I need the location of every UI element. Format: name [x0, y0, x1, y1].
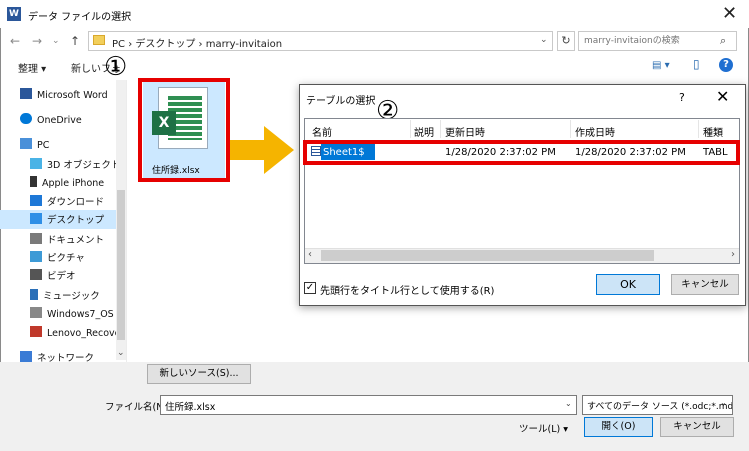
- network-icon: [20, 351, 32, 362]
- sidebar-item-microsoft-word[interactable]: Microsoft Word: [20, 88, 123, 106]
- step-marker-1: ①: [104, 52, 128, 82]
- sidebar-item-3d-objects[interactable]: 3D オブジェクト: [30, 157, 116, 175]
- sidebar-scroll-thumb[interactable]: [117, 190, 125, 340]
- back-icon[interactable]: ←: [10, 34, 20, 48]
- column-header-description[interactable]: 説明: [414, 124, 434, 139]
- sidebar-item-pc[interactable]: PC: [20, 138, 123, 156]
- view-options-button[interactable]: ▤ ▾: [652, 60, 670, 71]
- word-icon: [20, 88, 32, 99]
- drive-icon: [30, 307, 42, 318]
- cancel-button[interactable]: キャンセル: [660, 417, 734, 437]
- folder-icon: [93, 35, 105, 45]
- sidebar-item-pictures[interactable]: ピクチャ: [30, 250, 116, 268]
- column-divider: [410, 120, 411, 138]
- file-name-dropdown-icon[interactable]: ⌄: [565, 399, 572, 408]
- orange-arrow-icon: [230, 126, 294, 174]
- open-button[interactable]: 開く(O): [584, 417, 653, 437]
- desktop-icon: [30, 213, 42, 224]
- sidebar-item-apple-iphone[interactable]: Apple iPhone: [30, 176, 116, 194]
- document-icon: [30, 233, 42, 244]
- help-icon[interactable]: ?: [719, 58, 733, 72]
- ok-button[interactable]: OK: [596, 274, 660, 295]
- horizontal-scroll-thumb[interactable]: [321, 250, 654, 261]
- preview-pane-button[interactable]: ▯: [693, 57, 700, 71]
- download-icon: [30, 195, 42, 206]
- cube-icon: [30, 158, 42, 169]
- close-icon[interactable]: ✕: [722, 3, 737, 24]
- header-row-checkbox[interactable]: ✓: [304, 282, 316, 294]
- address-dropdown-icon[interactable]: ⌄: [540, 35, 548, 45]
- refresh-button[interactable]: ↻: [557, 31, 575, 51]
- picture-icon: [30, 251, 42, 262]
- recovery-drive-icon: [30, 326, 42, 337]
- sidebar-item-documents[interactable]: ドキュメント: [30, 232, 116, 250]
- file-type-dropdown-icon[interactable]: ⌄: [720, 398, 727, 407]
- organize-button[interactable]: 整理 ▾: [18, 60, 46, 75]
- sidebar-item-videos[interactable]: ビデオ: [30, 268, 116, 286]
- column-header-created[interactable]: 作成日時: [575, 124, 615, 139]
- forward-icon[interactable]: →: [32, 34, 42, 48]
- dialog-close-icon[interactable]: ✕: [716, 87, 729, 106]
- sidebar-item-music[interactable]: ミュージック: [30, 288, 116, 306]
- recent-locations-icon[interactable]: ⌄: [52, 36, 60, 46]
- tools-menu-button[interactable]: ツール(L) ▾: [519, 421, 568, 435]
- highlight-box-file: [138, 78, 230, 182]
- window-title: データ ファイルの選択: [28, 12, 132, 23]
- column-divider: [698, 120, 699, 138]
- column-divider: [440, 120, 441, 138]
- phone-icon: [30, 176, 37, 187]
- music-icon: [30, 289, 38, 300]
- up-folder-icon[interactable]: ↑: [70, 34, 80, 48]
- dialog-cancel-button[interactable]: キャンセル: [671, 274, 739, 295]
- sidebar-item-lenovo-recovery[interactable]: Lenovo_Recover: [30, 326, 116, 344]
- column-header-modified[interactable]: 更新日時: [445, 124, 485, 139]
- column-divider: [570, 120, 571, 138]
- sidebar-item-windows7-os[interactable]: Windows7_OS (C: [30, 307, 116, 325]
- cloud-icon: [20, 113, 32, 124]
- column-header-name[interactable]: 名前: [312, 124, 332, 139]
- scroll-right-icon[interactable]: ›: [731, 249, 735, 260]
- scroll-left-icon[interactable]: ‹: [308, 249, 312, 260]
- new-source-button[interactable]: 新しいソース(S)...: [147, 364, 251, 384]
- word-app-icon: W: [7, 7, 21, 21]
- file-name-input[interactable]: 住所録.xlsx: [160, 395, 577, 415]
- pc-icon: [20, 138, 32, 149]
- header-row-checkbox-label[interactable]: 先頭行をタイトル行として使用する(R): [320, 282, 494, 297]
- sidebar-item-desktop[interactable]: デスクトップ: [0, 210, 116, 229]
- highlight-box-table-row: [303, 140, 740, 165]
- dialog-title: テーブルの選択: [306, 96, 376, 107]
- breadcrumb[interactable]: PC › デスクトップ › marry-invitaion: [112, 35, 282, 50]
- file-type-select[interactable]: すべてのデータ ソース (*.odc;*.mdb: [582, 395, 733, 415]
- search-input[interactable]: [578, 31, 737, 51]
- search-icon: ⌕: [720, 34, 727, 47]
- dialog-help-icon[interactable]: ?: [679, 91, 685, 104]
- sidebar-item-onedrive[interactable]: OneDrive: [20, 113, 123, 131]
- column-header-type[interactable]: 種類: [703, 124, 723, 139]
- video-icon: [30, 269, 42, 280]
